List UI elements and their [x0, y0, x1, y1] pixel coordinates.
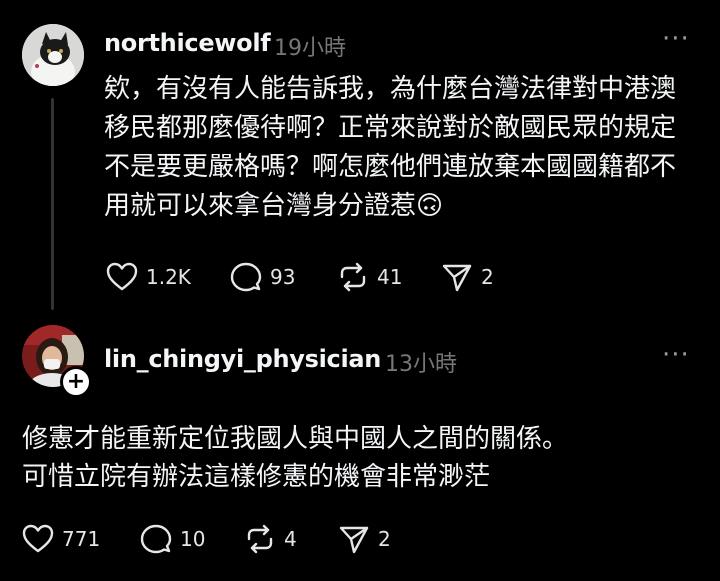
like-button[interactable]: 1.2K: [106, 262, 191, 292]
reply-more-button[interactable]: ···: [662, 340, 690, 370]
like-count: 1.2K: [146, 265, 191, 289]
thread-line: [51, 98, 54, 310]
comment-icon: [230, 262, 262, 292]
comment-count: 93: [270, 265, 296, 289]
like-count: 771: [62, 527, 101, 551]
follow-button[interactable]: +: [60, 366, 92, 398]
reply-username[interactable]: lin_chingyi_physician: [104, 345, 381, 373]
repost-count: 41: [377, 265, 403, 289]
repost-icon: [340, 262, 366, 292]
post-body: 欸，有沒有人能告訴我，為什麼台灣法律對中港澳 移民都那麼優待啊？正常來說對於敵國…: [104, 70, 704, 226]
reply-body-line: 修憲才能重新定位我國人與中國人之間的關係。: [22, 424, 569, 454]
reply-body: 修憲才能重新定位我國人與中國人之間的關係。 可惜立院有辦法這樣修憲的機會非常渺茫: [22, 420, 702, 496]
cat-avatar-image: [22, 24, 84, 86]
comment-button[interactable]: 10: [140, 524, 205, 554]
post-timestamp: 19小時: [274, 36, 346, 61]
post-body-line: 移民都那麼優待啊？正常來說對於敵國民眾的規定: [104, 113, 677, 143]
reply-timestamp: 13小時: [385, 352, 457, 377]
post-body-line: 用就可以來拿台灣身分證惹🙃: [104, 191, 444, 221]
comment-button[interactable]: 93: [230, 262, 295, 292]
share-button[interactable]: 2: [441, 262, 494, 292]
share-button[interactable]: 2: [338, 524, 391, 554]
repost-icon: [247, 524, 273, 554]
repost-button[interactable]: 41: [337, 262, 402, 292]
heart-icon: [106, 262, 138, 291]
repost-count: 4: [284, 527, 297, 551]
post-body-line: 欸，有沒有人能告訴我，為什麼台灣法律對中港澳: [104, 74, 677, 104]
comment-count: 10: [180, 527, 206, 551]
comment-icon: [140, 524, 172, 554]
post-body-line: 不是要更嚴格嗎？啊怎麼他們連放棄本國國籍都不: [104, 152, 677, 182]
send-icon: [339, 526, 369, 554]
share-count: 2: [378, 527, 391, 551]
repost-button[interactable]: 4: [244, 524, 297, 554]
avatar[interactable]: [22, 24, 84, 86]
like-button[interactable]: 771: [22, 524, 100, 554]
heart-icon: [22, 524, 54, 553]
share-count: 2: [481, 265, 494, 289]
reply-body-line: 可惜立院有辦法這樣修憲的機會非常渺茫: [22, 462, 491, 492]
send-icon: [442, 264, 472, 292]
post-username[interactable]: northicewolf: [104, 29, 271, 57]
post-more-button[interactable]: ···: [662, 24, 690, 54]
